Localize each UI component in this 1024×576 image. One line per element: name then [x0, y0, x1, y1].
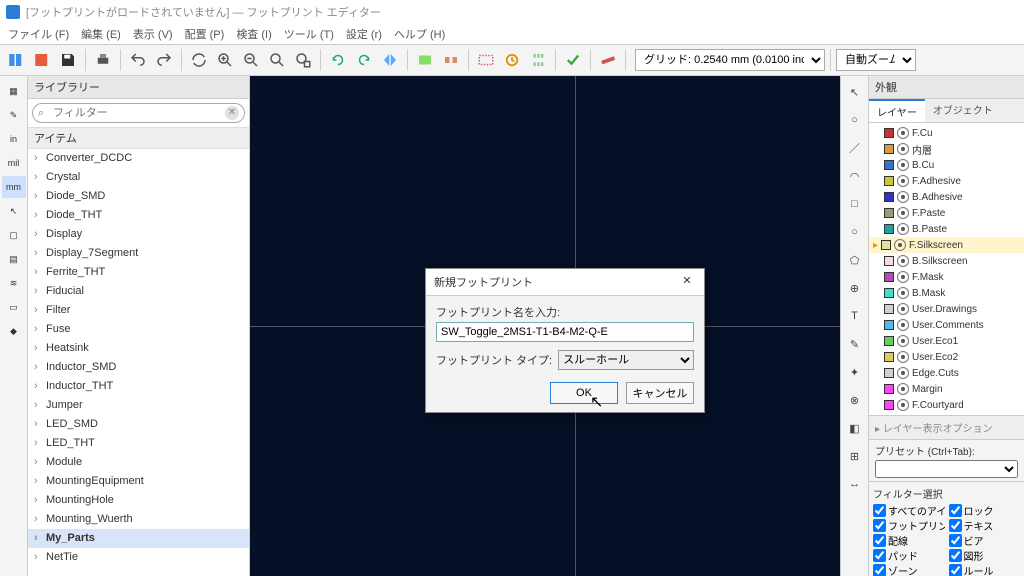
cancel-button[interactable]: キャンセル	[626, 382, 694, 404]
close-icon[interactable]: ✕	[678, 273, 696, 291]
fp-type-select[interactable]: スルーホール	[558, 350, 694, 370]
fp-name-label: フットプリント名を入力:	[436, 304, 694, 320]
fp-name-input[interactable]	[436, 322, 694, 342]
dialog-title: 新規フットプリント	[434, 274, 533, 290]
fp-type-label: フットプリント タイプ:	[436, 352, 552, 368]
ok-button[interactable]: OK	[550, 382, 618, 404]
dialog-overlay: 新規フットプリント ✕ フットプリント名を入力: フットプリント タイプ: スル…	[0, 0, 1024, 576]
new-footprint-dialog: 新規フットプリント ✕ フットプリント名を入力: フットプリント タイプ: スル…	[425, 268, 705, 413]
